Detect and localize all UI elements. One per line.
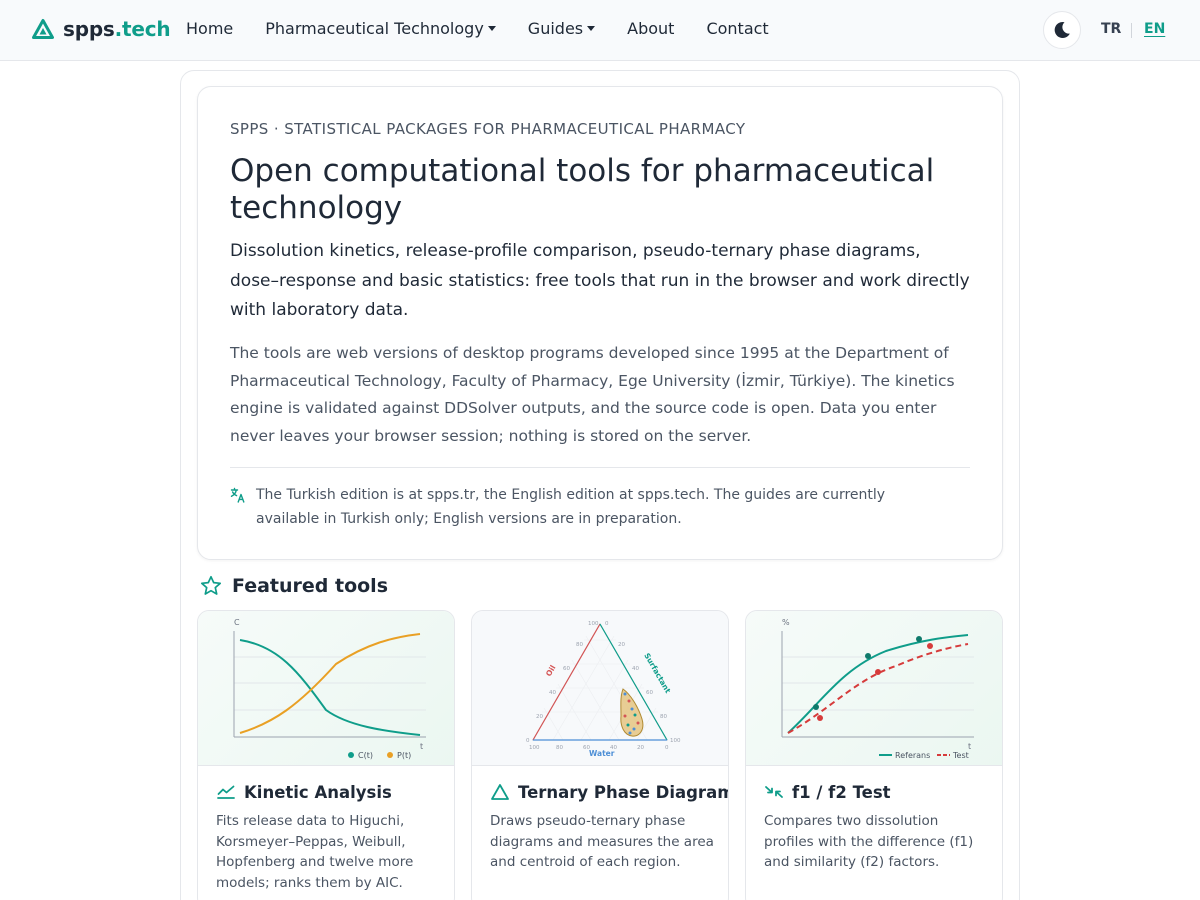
moon-icon [1054,21,1070,38]
caret-down-icon [487,26,496,31]
tick-bottom-20: 20 [637,745,644,751]
card-title-row: f1 / f2 Test [764,782,891,802]
f1f2-chart-thumbnail: % t Referans Test [746,611,1002,766]
brand-name: spps [63,17,115,41]
tick-right-100: 100 [670,738,681,744]
card-title: f1 / f2 Test [792,782,891,802]
kinetic-y-axis-label: C [234,618,240,627]
nav-guides-dropdown[interactable]: Guides [528,19,596,38]
tick-right-40: 40 [632,666,639,672]
star-icon [200,575,222,595]
triangle-logo-icon [32,19,54,39]
ternary-label-surfactant: Surfactant [642,652,672,696]
tick-bottom-0: 0 [665,745,669,751]
curve-ct [239,639,421,736]
legend-ct: C(t) [358,751,373,760]
hero-lead: Dissolution kinetics, release-profile co… [230,241,970,320]
kinetic-chart-thumbnail: C t C(t) P(t) [198,611,454,766]
brand-logo-link[interactable]: spps .tech [32,17,171,41]
hero-card: SPPS · STATISTICAL PACKAGES FOR PHARMACE… [197,86,1003,560]
legend-test: Test [952,751,969,760]
tick-left-80: 80 [576,642,583,648]
tool-card-ternary-phase-diagram[interactable]: Oil Surfactant Water 100 80 60 40 20 0 0… [471,610,729,900]
ternary-diagram-thumbnail: Oil Surfactant Water 100 80 60 40 20 0 0… [472,611,728,766]
featured-tools-title: Featured tools [232,575,389,597]
kinetic-x-axis-label: t [420,742,423,751]
translate-icon [230,487,245,503]
card-title-row: Ternary Phase Diagram [490,782,729,802]
triangle-icon [491,784,509,800]
legend-reference: Referans [895,751,930,760]
ternary-label-oil: Oil [544,664,558,678]
tick-bottom-60: 60 [583,745,590,751]
tick-bottom-80: 80 [556,745,563,751]
tick-bottom-40: 40 [610,745,617,751]
caret-down-icon [587,26,596,31]
phase-region [620,688,644,737]
lang-tr-link[interactable]: TR [1101,21,1121,37]
tick-left-0: 0 [526,738,530,744]
card-description: Compares two dissolution profiles with t… [764,813,974,870]
tick-right-20: 20 [618,642,625,648]
hero-body: The tools are web versions of desktop pr… [230,344,955,445]
tool-card-kinetic-analysis[interactable]: C t C(t) P(t) Kinetic Analysis Fits rele… [197,610,455,900]
nav-pharmaceutical-technology-dropdown[interactable]: Pharmaceutical Technology [265,19,496,38]
f1f2-y-axis-label: % [782,618,790,627]
tick-left-60: 60 [563,666,570,672]
legend-pt: P(t) [397,751,411,760]
card-title: Ternary Phase Diagram [518,782,729,802]
brand-tld: .tech [114,17,171,41]
lang-separator [1131,23,1132,38]
tick-left-100: 100 [588,621,599,627]
nav-home[interactable]: Home [186,19,233,38]
card-title-row: Kinetic Analysis [216,782,392,802]
tick-bottom-100: 100 [529,745,540,751]
compare-arrows-icon [765,786,783,798]
edition-note: The Turkish edition is at spps.tr, the E… [256,487,886,527]
tick-right-60: 60 [646,690,653,696]
hero-eyebrow: SPPS · STATISTICAL PACKAGES FOR PHARMACE… [230,120,746,138]
chart-line-icon [217,785,235,799]
tick-left-40: 40 [549,690,556,696]
card-title: Kinetic Analysis [244,782,392,802]
tool-card-f1-f2-test[interactable]: % t Referans Test f1 / f2 Test Compares … [745,610,1003,900]
tick-right-80: 80 [660,714,667,720]
main-nav: Home Pharmaceutical Technology Guides Ab… [186,19,801,38]
nav-contact[interactable]: Contact [706,19,768,38]
page-title: Open computational tools for pharmaceuti… [230,153,935,226]
card-description: Draws pseudo-ternary phase diagrams and … [490,813,714,870]
lang-en-link[interactable]: EN [1144,21,1165,37]
tick-left-20: 20 [536,714,543,720]
navbar: spps .tech Home Pharmaceutical Technology… [0,0,1200,61]
f1f2-x-axis-label: t [968,742,971,751]
featured-tools-header: Featured tools [200,575,388,597]
nav-about[interactable]: About [627,19,674,38]
tick-right-0: 0 [605,621,609,627]
theme-toggle-button[interactable] [1043,11,1081,49]
card-description: Fits release data to Higuchi, Korsmeyer–… [216,813,414,891]
hero-divider [230,467,970,468]
